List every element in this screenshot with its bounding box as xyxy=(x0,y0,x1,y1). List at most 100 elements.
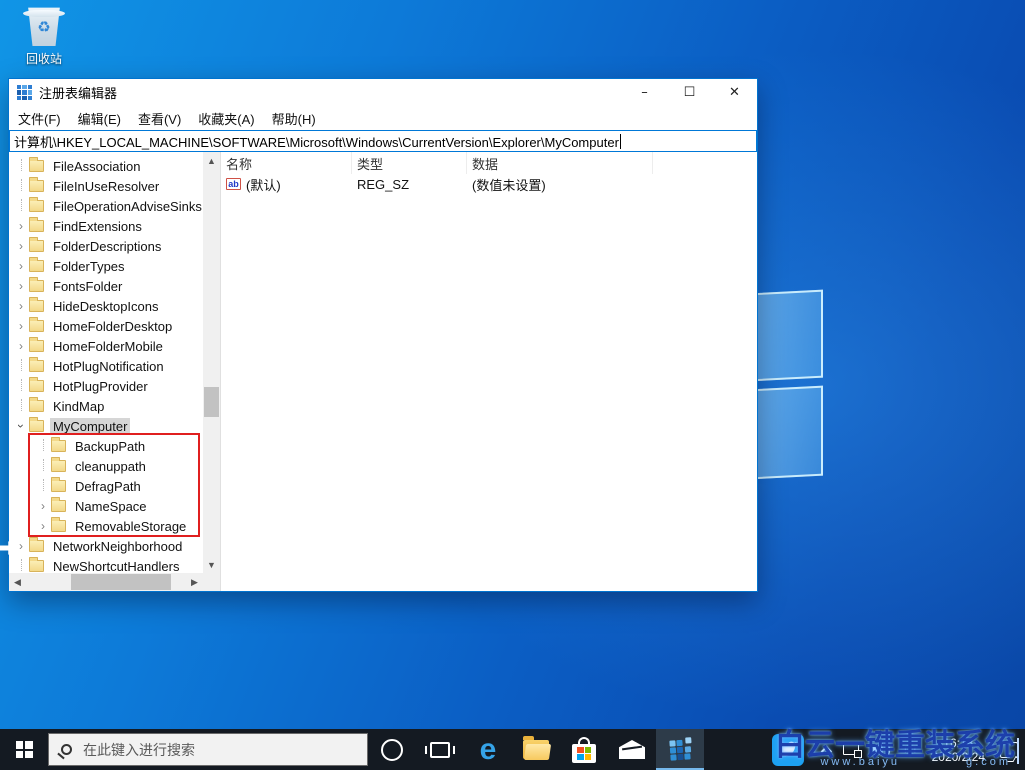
text-caret xyxy=(619,133,621,149)
folder-icon xyxy=(29,297,44,312)
tree-item-HomeFolderDesktop[interactable]: › HomeFolderDesktop xyxy=(9,316,203,336)
search-icon xyxy=(61,744,72,755)
tree-item-FileOperationAdviseSinks[interactable]: FileOperationAdviseSinks xyxy=(9,196,203,216)
tree-collapsed-chevron-icon[interactable]: › xyxy=(35,500,51,512)
tree-item-label: HotPlugProvider xyxy=(53,378,148,394)
vertical-scroll-thumb[interactable] xyxy=(204,387,219,417)
tree-item-KindMap[interactable]: KindMap xyxy=(9,396,203,416)
folder-icon xyxy=(51,457,66,472)
mail-button[interactable] xyxy=(608,729,656,770)
cortana-icon xyxy=(381,738,403,761)
tree-vertical-scrollbar[interactable]: ▲ ▼ xyxy=(203,152,220,573)
tree-collapsed-chevron-icon[interactable]: › xyxy=(13,300,29,312)
tree-collapsed-chevron-icon[interactable]: › xyxy=(13,280,29,292)
recycle-bin-label: 回收站 xyxy=(25,52,62,66)
tree-guide xyxy=(13,379,29,393)
address-bar[interactable]: 计算机\HKEY_LOCAL_MACHINE\SOFTWARE\Microsof… xyxy=(9,130,757,152)
tree-guide xyxy=(13,359,29,373)
tree-item-RemovableStorage[interactable]: › RemovableStorage xyxy=(9,516,203,536)
folder-icon xyxy=(29,417,44,432)
column-header-type[interactable]: 类型 xyxy=(352,152,467,174)
tree-item-HideDesktopIcons[interactable]: › HideDesktopIcons xyxy=(9,296,203,316)
tree-collapsed-chevron-icon[interactable]: › xyxy=(13,340,29,352)
tree-collapsed-chevron-icon[interactable]: › xyxy=(13,220,29,232)
folder-icon xyxy=(29,157,44,172)
regedit-taskbar-button[interactable] xyxy=(656,729,704,770)
list-header: 名称 类型 数据 xyxy=(221,152,757,174)
string-value-icon: ab xyxy=(226,178,241,190)
tree-item-cleanuppath[interactable]: cleanuppath xyxy=(9,456,203,476)
tree-collapsed-chevron-icon[interactable]: › xyxy=(13,540,29,552)
regedit-app-icon xyxy=(17,85,32,100)
tree-item-FileInUseResolver[interactable]: FileInUseResolver xyxy=(9,176,203,196)
chevron-up-icon xyxy=(820,745,832,757)
menu-item-1[interactable]: 编辑(E) xyxy=(78,109,121,128)
tray-chevron-button[interactable] xyxy=(820,745,832,757)
close-button[interactable]: ✕ xyxy=(712,79,757,106)
tree-item-NewShortcutHandlers[interactable]: NewShortcutHandlers xyxy=(9,556,203,573)
watermark-url: www.baiyu g.com xyxy=(820,756,1011,768)
tree-item-FileAssociation[interactable]: FileAssociation xyxy=(9,156,203,176)
tree-item-HotPlugNotification[interactable]: HotPlugNotification xyxy=(9,356,203,376)
value-row[interactable]: ab (默认) REG_SZ (数值未设置) xyxy=(221,174,757,194)
menu-item-4[interactable]: 帮助(H) xyxy=(272,109,316,128)
store-icon xyxy=(572,736,596,763)
folder-icon xyxy=(51,497,66,512)
folder-icon xyxy=(29,257,44,272)
menu-item-0[interactable]: 文件(F) xyxy=(18,109,61,128)
minimize-button[interactable]: – xyxy=(622,79,667,106)
tree-item-BackupPath[interactable]: BackupPath xyxy=(9,436,203,456)
maximize-button[interactable]: ☐ xyxy=(667,79,712,106)
tree-collapsed-chevron-icon[interactable]: › xyxy=(35,520,51,532)
value-name: (默认) xyxy=(246,177,281,193)
scroll-down-arrow[interactable]: ▼ xyxy=(203,556,220,573)
horizontal-scroll-thumb[interactable] xyxy=(71,574,171,590)
tree-item-NameSpace[interactable]: › NameSpace xyxy=(9,496,203,516)
scroll-up-arrow[interactable]: ▲ xyxy=(203,152,220,169)
cortana-button[interactable] xyxy=(368,729,416,770)
tree-item-label: HotPlugNotification xyxy=(53,358,164,374)
edge-button[interactable]: e xyxy=(464,729,512,770)
folder-icon xyxy=(29,177,44,192)
folder-icon xyxy=(29,337,44,352)
menu-item-2[interactable]: 查看(V) xyxy=(138,109,181,128)
tree-collapsed-chevron-icon[interactable]: › xyxy=(13,260,29,272)
tree-item-HotPlugProvider[interactable]: HotPlugProvider xyxy=(9,376,203,396)
column-header-data[interactable]: 数据 xyxy=(467,152,653,174)
tree-horizontal-scrollbar[interactable]: ◀ ▶ xyxy=(9,573,203,591)
tree-item-MyComputer[interactable]: › MyComputer xyxy=(9,416,203,436)
scroll-left-arrow[interactable]: ◀ xyxy=(9,573,26,591)
tree-collapsed-chevron-icon[interactable]: › xyxy=(13,240,29,252)
task-view-button[interactable] xyxy=(416,729,464,770)
taskbar-search-input[interactable]: 在此键入进行搜索 xyxy=(48,733,368,766)
tree-item-label: NetworkNeighborhood xyxy=(53,538,183,554)
tree-item-label: BackupPath xyxy=(75,438,146,454)
tree-item-FolderTypes[interactable]: › FolderTypes xyxy=(9,256,203,276)
scroll-right-arrow[interactable]: ▶ xyxy=(186,573,203,591)
window-titlebar[interactable]: 注册表编辑器 – ☐ ✕ xyxy=(9,79,757,106)
start-button[interactable] xyxy=(0,729,48,770)
tree-item-DefragPath[interactable]: DefragPath xyxy=(9,476,203,496)
tree-item-FolderDescriptions[interactable]: › FolderDescriptions xyxy=(9,236,203,256)
tree-item-FindExtensions[interactable]: › FindExtensions xyxy=(9,216,203,236)
twitter-tray-icon[interactable] xyxy=(771,733,804,766)
recycle-bin-desktop-icon[interactable]: ♻ 回收站 xyxy=(12,6,76,67)
network-tray-button[interactable] xyxy=(842,744,862,758)
tree-item-HomeFolderMobile[interactable]: › HomeFolderMobile xyxy=(9,336,203,356)
tree-collapsed-chevron-icon[interactable]: › xyxy=(13,320,29,332)
tree-guide xyxy=(35,459,51,473)
store-button[interactable] xyxy=(560,729,608,770)
tree-item-label: NameSpace xyxy=(75,498,147,514)
folder-icon xyxy=(29,377,44,392)
tree-guide xyxy=(35,439,51,453)
tree-item-FontsFolder[interactable]: › FontsFolder xyxy=(9,276,203,296)
menu-item-3[interactable]: 收藏夹(A) xyxy=(198,109,254,128)
tree-expanded-chevron-icon[interactable]: › xyxy=(14,418,28,434)
tree-item-label: RemovableStorage xyxy=(75,518,187,534)
file-explorer-button[interactable] xyxy=(512,729,560,770)
tree-guide xyxy=(13,399,29,413)
volume-tray-button[interactable] xyxy=(872,742,890,757)
column-header-name[interactable]: 名称 xyxy=(221,152,352,174)
value-data: (数值未设置) xyxy=(472,177,546,193)
tree-item-NetworkNeighborhood[interactable]: › NetworkNeighborhood xyxy=(9,536,203,556)
